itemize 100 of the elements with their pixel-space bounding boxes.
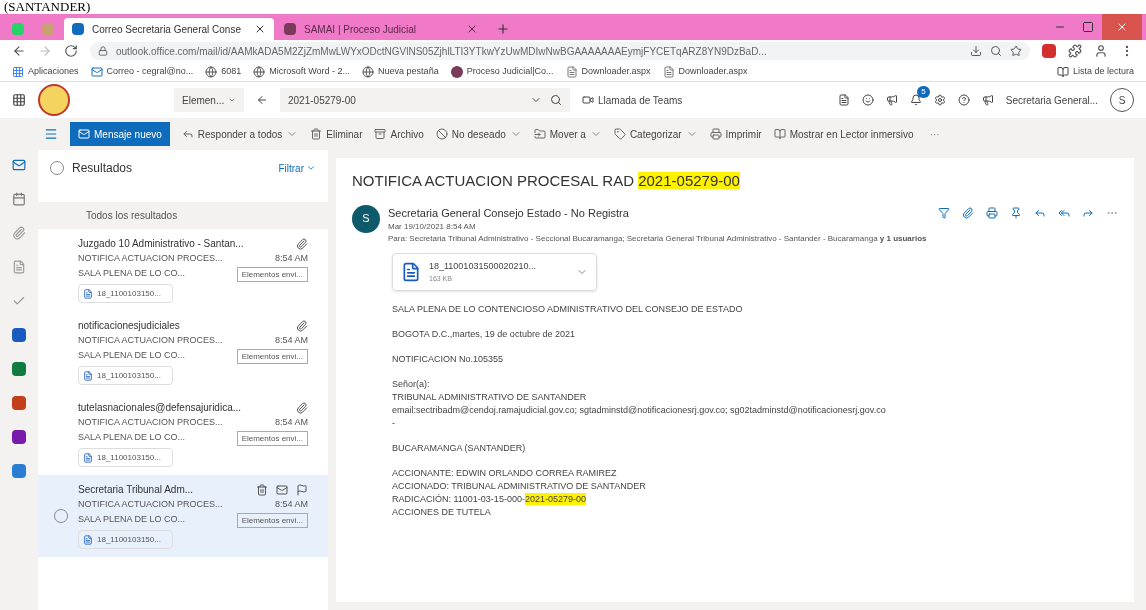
bookmark[interactable]: Downloader.aspx (565, 64, 651, 79)
trash-icon[interactable] (256, 483, 268, 496)
megaphone-icon[interactable] (885, 94, 898, 106)
toolbar-button[interactable]: Imprimir (709, 126, 762, 142)
body-text: Señor(a): (392, 378, 431, 391)
mail-icon (90, 65, 103, 78)
toolbar-button[interactable]: Responder a todos (181, 126, 299, 142)
toolbar-button[interactable]: Archivo (374, 126, 424, 142)
sender-name: Secretaria General Consejo Estado - No Registra (388, 205, 630, 221)
install-icon[interactable] (970, 45, 982, 57)
extensions-icon[interactable] (1068, 44, 1082, 58)
attachment-chip[interactable]: 18_1100103150... (78, 530, 173, 549)
teams-call-button[interactable]: Llamada de Teams (582, 92, 683, 108)
emblem-logo (38, 84, 70, 116)
document-icon (565, 65, 578, 78)
calendar-icon[interactable] (12, 192, 26, 206)
help-icon[interactable] (957, 94, 970, 106)
search-icon[interactable] (550, 94, 562, 106)
message-subject: NOTIFICA ACTUACION PROCES... (78, 334, 223, 347)
mail-icon[interactable] (276, 483, 288, 496)
zoom-icon[interactable] (990, 45, 1002, 57)
profile-icon[interactable] (1094, 44, 1108, 58)
message-preview: SALA PLENA DE LO CO... (78, 267, 186, 280)
bookmark-star-icon[interactable] (1010, 45, 1022, 57)
sender-name: Juzgado 10 Administrativo - Santan... (78, 237, 245, 250)
body-text: ACCIONES DE TUTELA (392, 506, 492, 519)
body-text: BOGOTA D.C.,martes, 19 de octubre de 2021 (392, 328, 576, 341)
folder-dropdown[interactable]: Elemen... (174, 88, 244, 112)
printer-icon[interactable] (986, 206, 998, 219)
close-icon (1116, 21, 1128, 33)
bookmark[interactable]: Downloader.aspx (662, 64, 748, 79)
sender-name: notificacionesjudiciales (78, 319, 181, 332)
body-text: ACCIONADO: TRIBUNAL ADMINISTRATIVO DE SANTANDER (392, 480, 647, 493)
document-icon (83, 370, 93, 381)
body-text: email:sectribadm@cendoj.ramajudicial.gov.co; sgtadminstd@notificacionesrj.gov.co; sg02tadminstd@notificacionesrj.gov.co (392, 404, 887, 417)
file-icon[interactable] (12, 260, 26, 274)
toolbar-button[interactable]: Mover a (533, 126, 602, 142)
paperclip-icon[interactable] (962, 206, 974, 219)
flag-icon[interactable] (296, 483, 308, 496)
bookmark[interactable]: Aplicaciones (12, 64, 79, 79)
reload-icon[interactable] (64, 44, 78, 58)
paperclip-icon[interactable] (12, 226, 26, 240)
body-text: - (392, 417, 396, 430)
body-text: SALA PLENA DE LO CONTENCIOSO ADMINISTRATIVO DEL CONSEJO DE ESTADO (392, 303, 744, 316)
bookmark[interactable]: 6081 (205, 64, 242, 79)
globe-icon (362, 65, 375, 78)
new-message-button[interactable]: Mensaje nuevo (70, 122, 170, 146)
folder-tag: Elementos envi... (236, 431, 308, 446)
bookmark[interactable]: Nueva pestaña (362, 64, 439, 79)
reading-list[interactable]: Lista de lectura (1056, 64, 1134, 79)
folder-tag: Elementos envi... (236, 513, 308, 528)
mail-icon[interactable] (12, 158, 26, 172)
address-bar[interactable]: outlook.office.com/mail/id/AAMkADA5M2ZjZmMwLWYxODctNGVlNS05ZjhlLTI3YTkwYzUwMDIwNwBGAAAAAAAEymjFYCETqARZ8YN9DzBaD... (90, 42, 1030, 60)
bookmark[interactable]: Proceso Judicial|Co... (450, 64, 554, 79)
reply-icon (181, 128, 194, 140)
toolbar-button[interactable]: Eliminar (310, 126, 363, 142)
mail-icon (78, 128, 90, 140)
trash-icon (310, 128, 323, 140)
pin-icon[interactable] (1010, 206, 1022, 219)
apps-grid-icon (12, 65, 24, 78)
notification-badge: 5 (917, 86, 930, 98)
close-icon[interactable] (254, 23, 266, 35)
recipients-line: Para: Secretaria Tribunal Administrativo - Seccional Bucaramanga; Secretaria General Tribunal Administrativo - Santander - Bucaramanga y 1 usuarios (388, 233, 928, 245)
bookmark[interactable]: Correo - cegral@no... (90, 64, 194, 79)
filter-icon[interactable] (938, 206, 950, 219)
back-icon[interactable] (12, 44, 26, 58)
attachment-chip[interactable]: 18_1100103150... (78, 366, 173, 385)
video-camera-icon (582, 94, 594, 106)
filter-button[interactable]: Filtrar (278, 160, 316, 176)
maximize-icon[interactable] (1082, 21, 1094, 33)
lock-icon[interactable] (98, 46, 108, 56)
attachment-chip[interactable]: 18_1100103150... (78, 448, 173, 467)
body-text: TRIBUNAL ADMINISTRATIVO DE SANTANDER (392, 391, 588, 404)
message-subject: NOTIFICA ACTUACION PROCES... (78, 498, 223, 511)
bookmark[interactable]: Microsoft Word - 2... (253, 64, 351, 79)
body-text: BUCARAMANGA (SANTANDER) (392, 442, 527, 455)
back-icon[interactable] (256, 94, 268, 106)
toolbar-button[interactable]: Mostrar en Lector inmersivo (773, 126, 914, 142)
message-subject: NOTIFICA ACTUACION PROCES... (78, 252, 223, 265)
message-preview: SALA PLENA DE LO CO... (78, 349, 186, 362)
browser-tab[interactable]: Correo Secretaria General Conse (64, 18, 274, 40)
app-launcher-icon[interactable] (12, 93, 26, 107)
search-field[interactable]: 2021-05279-00 (280, 88, 570, 112)
tag-icon (613, 128, 626, 140)
bell-icon[interactable] (909, 94, 922, 106)
blocked-icon (435, 128, 448, 140)
new-tab-icon[interactable] (496, 22, 510, 36)
checkmark-icon[interactable] (12, 294, 26, 308)
attachment-chip[interactable]: 18_1100103150... (78, 284, 173, 303)
menu-icon[interactable] (44, 127, 58, 141)
site-icon (450, 65, 463, 78)
account-name[interactable]: Secretaria General... (1005, 92, 1098, 108)
message-item[interactable]: Secretaria Tribunal Adm... NOTIFICA ACTUACION PROCES... 8:54 AM SALA PLENA DE LO CO... Elementos envi... 18_1100103150... (38, 475, 328, 557)
settings-icon[interactable] (933, 94, 946, 106)
message-time: 8:54 AM (274, 252, 308, 265)
toolbar-button[interactable]: No deseado (435, 126, 522, 142)
message-date: Mar 19/10/2021 8:54 AM (388, 221, 477, 233)
document-icon[interactable] (837, 94, 850, 106)
toolbar-button[interactable]: Categorizar (613, 126, 698, 142)
folder-tag: Elementos envi... (236, 349, 308, 364)
